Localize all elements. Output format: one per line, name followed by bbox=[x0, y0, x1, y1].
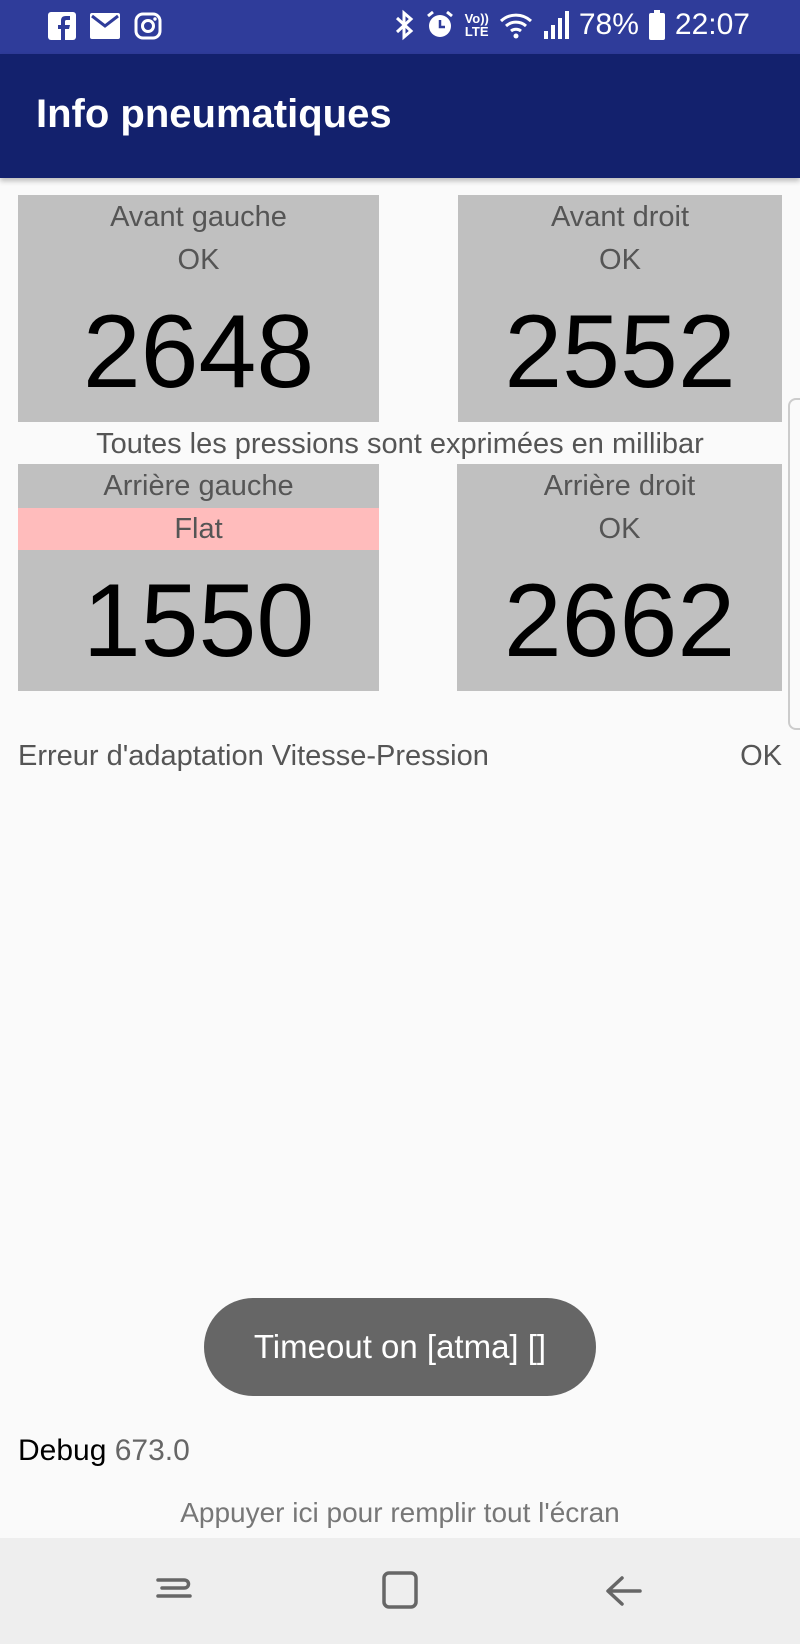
status-bar: Vo)) LTE 78% 22:07 bbox=[0, 0, 800, 54]
edge-panel-handle[interactable] bbox=[788, 398, 800, 730]
tire-rear-left: Arrière gauche Flat 1550 bbox=[18, 464, 379, 691]
toast-message: Timeout on [atma] [] bbox=[204, 1298, 596, 1396]
tire-name: Avant droit bbox=[550, 201, 690, 233]
mail-icon bbox=[90, 13, 120, 39]
battery-icon bbox=[648, 10, 665, 40]
tire-status-flat: Flat bbox=[18, 508, 379, 550]
recent-apps-button[interactable] bbox=[152, 1566, 202, 1616]
tire-rear-right: Arrière droit OK 2662 bbox=[457, 464, 782, 691]
battery-percent: 78% bbox=[578, 8, 639, 41]
back-arrow-icon bbox=[606, 1576, 642, 1606]
recent-apps-icon bbox=[156, 1578, 192, 1598]
tire-front-left: Avant gauche OK 2648 bbox=[18, 195, 379, 422]
toast-text: Timeout on [atma] [] bbox=[253, 1328, 547, 1365]
debug-value: 673.0 bbox=[114, 1434, 190, 1467]
tire-pressure-value: 2648 bbox=[82, 294, 315, 410]
debug-label: Debug bbox=[18, 1434, 107, 1467]
volte-bottom-text: LTE bbox=[464, 24, 489, 39]
navigation-bar bbox=[0, 1538, 800, 1644]
alarm-icon bbox=[425, 10, 455, 40]
tire-front-right: Avant droit OK 2552 bbox=[458, 195, 782, 422]
home-icon bbox=[382, 1571, 418, 1609]
home-button[interactable] bbox=[375, 1566, 425, 1616]
facebook-icon bbox=[48, 12, 76, 40]
tire-pressure-value: 2662 bbox=[503, 563, 736, 679]
page-title: Info pneumatiques bbox=[36, 92, 392, 136]
tire-pressure-value: 2552 bbox=[504, 294, 736, 410]
tire-name: Arrière gauche bbox=[103, 470, 294, 502]
signal-icon bbox=[543, 11, 569, 39]
clock: 22:07 bbox=[674, 8, 750, 41]
tire-status: OK bbox=[598, 513, 641, 545]
back-button[interactable] bbox=[600, 1566, 650, 1616]
tire-name: Avant gauche bbox=[110, 201, 287, 233]
volte-icon: Vo)) LTE bbox=[465, 12, 489, 38]
bluetooth-icon bbox=[393, 9, 415, 41]
tire-status: OK bbox=[177, 244, 220, 276]
debug-row: Debug 673.0 bbox=[18, 1434, 190, 1468]
adaptation-error-label: Erreur d'adaptation Vitesse-Pression bbox=[18, 740, 489, 772]
unit-note: Toutes les pressions sont exprimées en m… bbox=[96, 428, 704, 460]
tire-pressure-value: 1550 bbox=[82, 563, 315, 679]
app-bar: Info pneumatiques bbox=[0, 54, 800, 178]
wifi-icon bbox=[499, 11, 533, 39]
fill-screen-button[interactable]: Appuyer ici pour remplir tout l'écran bbox=[0, 1497, 800, 1529]
instagram-icon bbox=[134, 12, 162, 40]
tire-name: Arrière droit bbox=[543, 470, 696, 502]
adaptation-error-status: OK bbox=[740, 740, 782, 772]
tire-status: OK bbox=[599, 244, 641, 276]
